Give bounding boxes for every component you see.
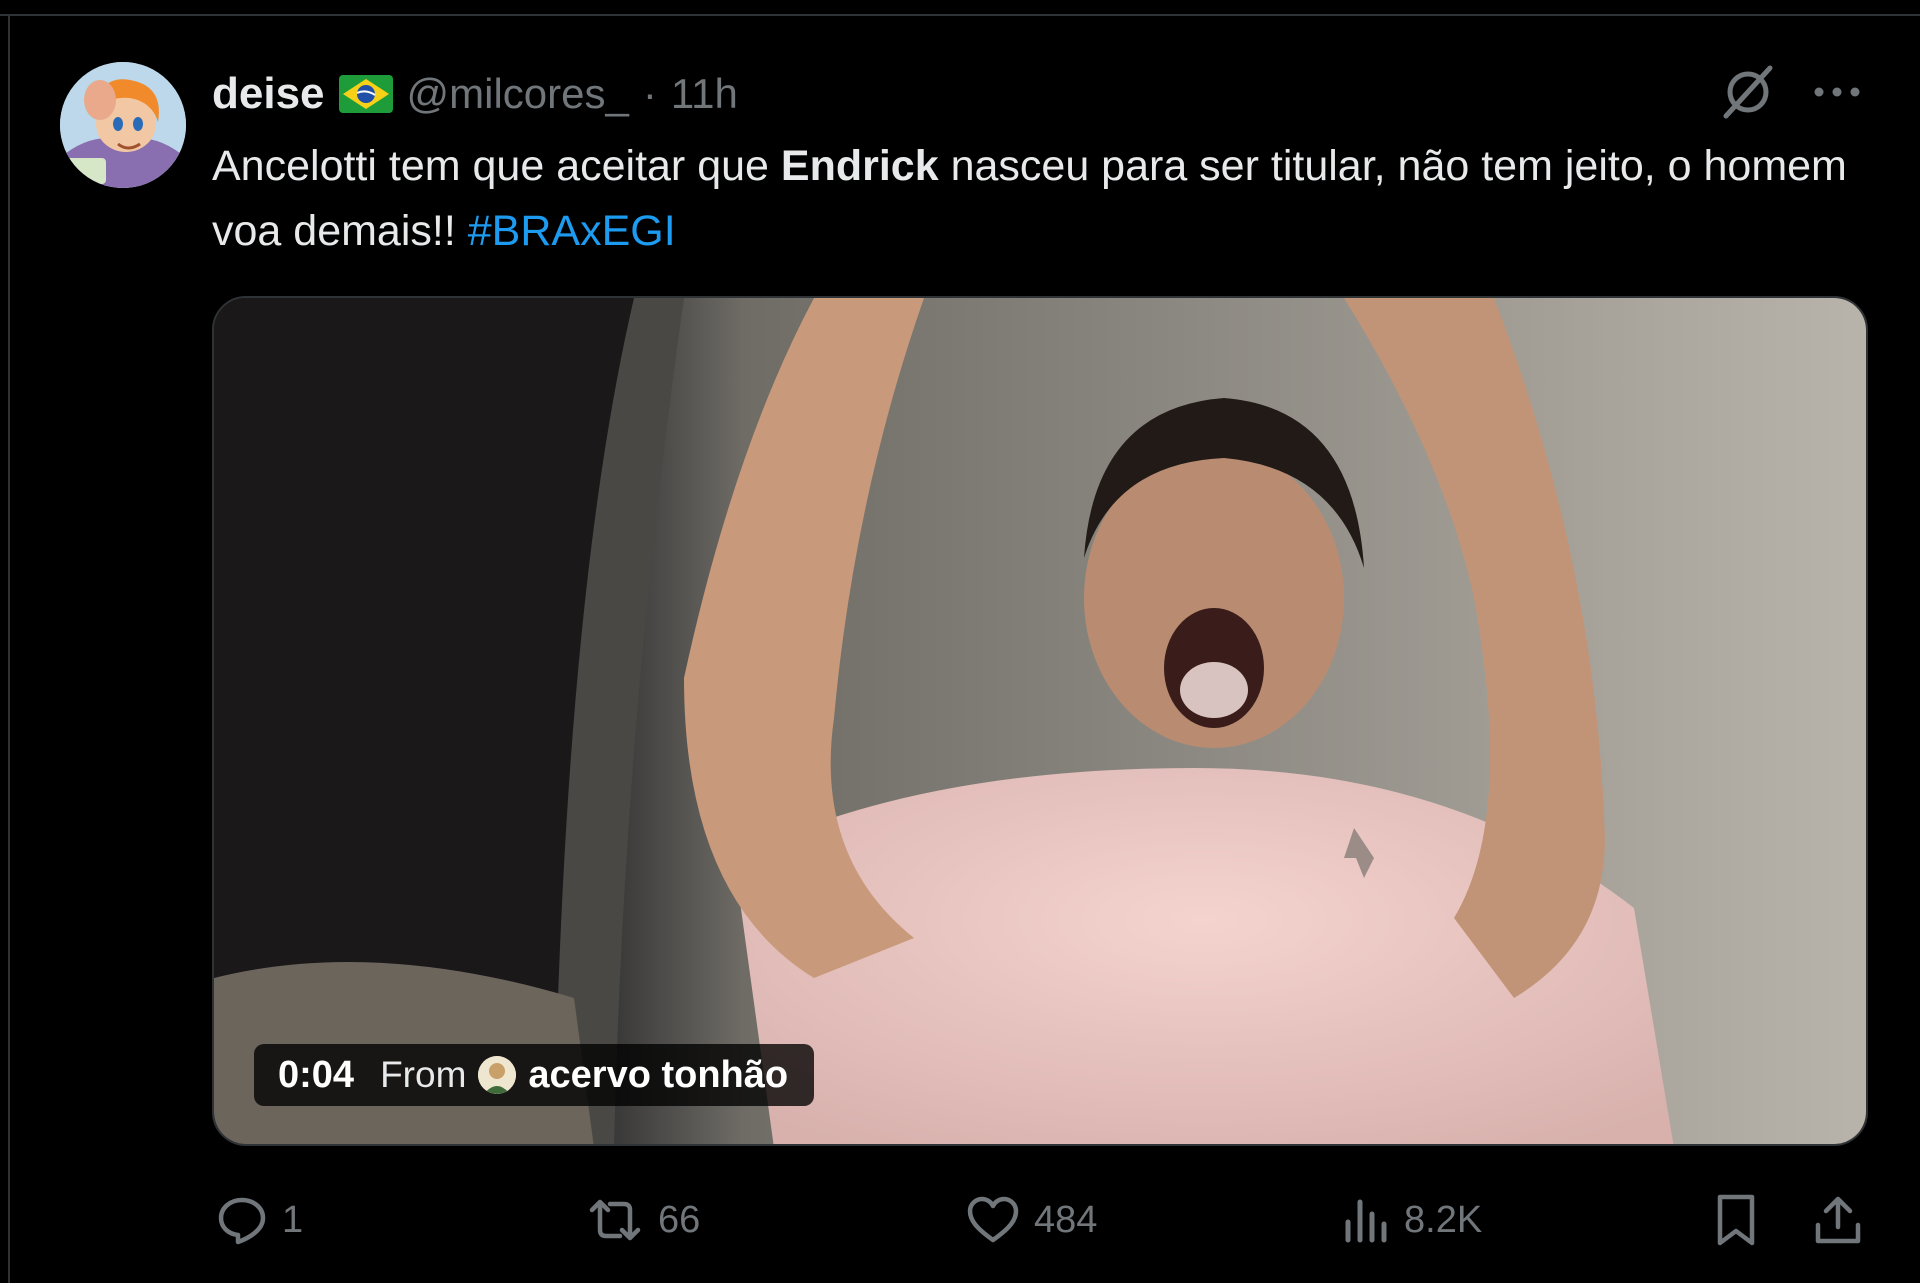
tweet-actions: 1 66 484 8.2K xyxy=(212,1188,1872,1252)
repost-icon xyxy=(589,1199,641,1241)
heart-icon xyxy=(967,1196,1019,1243)
author-name[interactable]: deise xyxy=(212,69,325,119)
reply-button[interactable]: 1 xyxy=(216,1188,303,1252)
header-separator: · xyxy=(642,70,657,117)
source-name[interactable]: acervo tonhão xyxy=(528,1054,788,1097)
repost-count: 66 xyxy=(658,1198,701,1241)
share-icon xyxy=(1815,1196,1861,1244)
reply-icon xyxy=(218,1197,266,1245)
video-duration: 0:04 xyxy=(278,1053,355,1096)
video-frame xyxy=(214,298,1866,1144)
header-icons xyxy=(1718,62,1862,122)
tweet-text-bold: Endrick xyxy=(780,142,939,190)
like-button[interactable]: 484 xyxy=(966,1188,1097,1252)
source-avatar[interactable] xyxy=(478,1056,517,1094)
video-info-badge: 0:04 From acervo tonhão xyxy=(254,1044,815,1106)
share-button[interactable] xyxy=(1812,1188,1864,1252)
author-handle[interactable]: @milcores_ xyxy=(407,70,629,118)
grok-icon[interactable] xyxy=(1718,62,1778,122)
repost-button[interactable]: 66 xyxy=(586,1188,700,1252)
hashtag-link[interactable]: #BRAxEGI xyxy=(468,207,676,255)
views-count: 8.2K xyxy=(1404,1198,1483,1241)
left-divider xyxy=(8,14,10,1283)
tweet-time[interactable]: 11h xyxy=(671,70,738,118)
brazil-flag-icon xyxy=(338,75,393,113)
more-options-icon[interactable] xyxy=(1812,82,1862,102)
tweet-text: Ancelotti tem que aceitar que Endrick na… xyxy=(212,134,1892,264)
views-icon xyxy=(1345,1199,1387,1243)
views-button[interactable]: 8.2K xyxy=(1342,1188,1482,1252)
from-label: From xyxy=(380,1054,467,1095)
video-player[interactable]: 0:04 From acervo tonhão xyxy=(212,296,1868,1146)
bookmark-icon xyxy=(1717,1194,1755,1246)
bookmark-button[interactable] xyxy=(1714,1188,1758,1252)
tweet-header: deise @milcores_ · 11h xyxy=(212,64,738,124)
author-avatar[interactable] xyxy=(60,62,186,188)
like-count: 484 xyxy=(1034,1198,1098,1241)
tweet-text-part1: Ancelotti tem que aceitar que xyxy=(212,142,781,190)
top-divider xyxy=(0,14,1920,16)
reply-count: 1 xyxy=(282,1198,304,1241)
